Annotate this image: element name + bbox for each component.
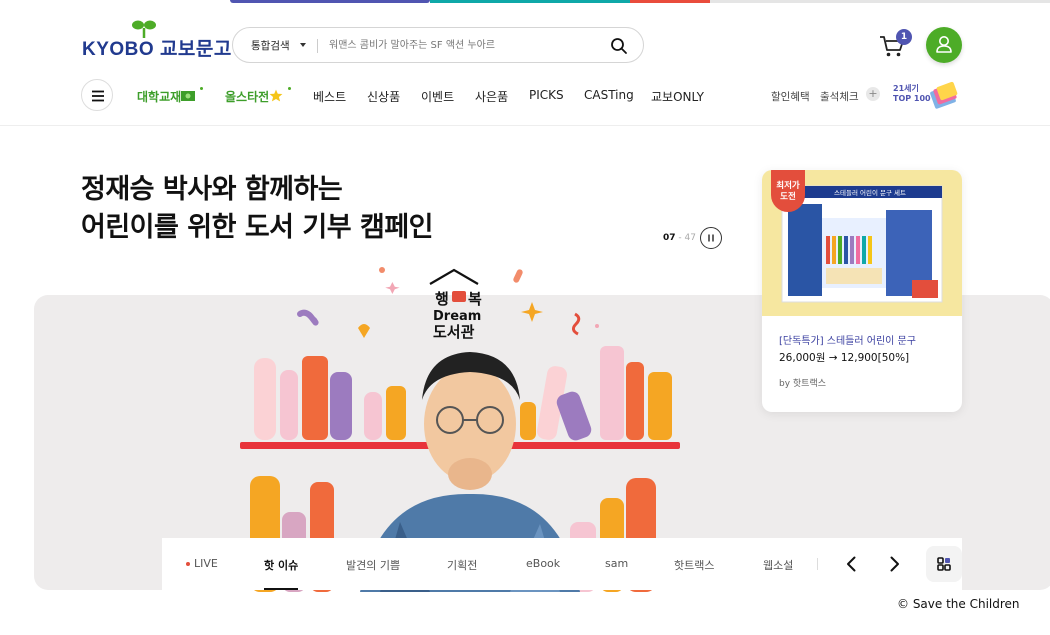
cart-count-badge: 1 bbox=[896, 29, 912, 45]
nav-item-picks[interactable]: PICKS bbox=[529, 88, 564, 102]
product-name[interactable]: [단독특가] 스테들러 어린이 문구 bbox=[779, 332, 916, 347]
pause-button[interactable] bbox=[700, 227, 722, 249]
product-price: 26,000원 → 12,900[50%] bbox=[779, 352, 910, 364]
nav-item-events[interactable]: 이벤트 bbox=[421, 88, 454, 105]
pager-current: 07 bbox=[663, 233, 676, 243]
tab-ebook[interactable]: eBook bbox=[526, 557, 560, 570]
book-stack-icon[interactable] bbox=[928, 80, 960, 110]
nav-item-new[interactable]: 신상품 bbox=[367, 88, 400, 105]
user-account-button[interactable] bbox=[926, 27, 962, 63]
top100-line1: 21세기 bbox=[893, 84, 919, 93]
product-image[interactable]: 스테들러 어린이 문구 세트 최저가 도전 bbox=[762, 170, 962, 316]
discount-benefits-link[interactable]: 할인혜택 bbox=[771, 89, 810, 104]
logo-text: KYOBO 교보문고 bbox=[82, 39, 232, 60]
hero-title-line2: 어린이를 위한 도서 기부 캠페인 bbox=[81, 212, 434, 243]
search-icon[interactable] bbox=[609, 36, 629, 56]
hero-title[interactable]: 정재승 박사와 함께하는 어린이를 위한 도서 기부 캠페인 bbox=[81, 171, 434, 247]
product-card[interactable]: 스테들러 어린이 문구 세트 최저가 도전 [단독특가] 스테들러 어린이 문구… bbox=[762, 170, 962, 412]
top-accent-stripe bbox=[230, 0, 1050, 3]
badge-line2: 도전 bbox=[780, 192, 796, 202]
new-dot bbox=[288, 87, 291, 90]
nav-item-allstar[interactable]: 올스타전 bbox=[225, 88, 269, 105]
tab-hot-issue[interactable]: 핫 이슈 bbox=[264, 557, 298, 573]
category-tab-bar: LIVE 핫 이슈 발견의 기쁨 기획전 eBook sam 핫트랙스 웹소설 bbox=[162, 538, 962, 590]
badge-line1: 최저가 bbox=[776, 181, 800, 191]
nav-item-university-textbooks[interactable]: 대학교재 bbox=[137, 88, 181, 105]
hero-title-line1: 정재승 박사와 함께하는 bbox=[81, 174, 343, 205]
product-seller: by 핫트랙스 bbox=[779, 379, 827, 389]
lowest-price-badge: 최저가 도전 bbox=[771, 170, 805, 212]
plus-icon[interactable]: + bbox=[866, 87, 880, 101]
search-bar: 통합검색 bbox=[232, 27, 644, 63]
nav-item-best[interactable]: 베스트 bbox=[313, 88, 346, 105]
menu-button[interactable] bbox=[81, 79, 113, 111]
top100-link[interactable]: 21세기 TOP 100 bbox=[893, 84, 931, 104]
illus-logo-char2: 복 bbox=[468, 290, 482, 308]
illus-logo-library: 도서관 bbox=[433, 323, 475, 341]
tab-live[interactable]: LIVE bbox=[194, 557, 218, 570]
top100-line2: TOP 100 bbox=[893, 94, 931, 103]
tab-divider bbox=[817, 558, 818, 570]
search-input[interactable] bbox=[329, 36, 589, 54]
active-tab-indicator bbox=[264, 588, 298, 590]
nav-item-gifts[interactable]: 사은품 bbox=[475, 88, 508, 105]
new-dot bbox=[200, 87, 203, 90]
star-icon bbox=[269, 89, 283, 102]
menu-icon bbox=[92, 90, 104, 102]
money-icon bbox=[181, 91, 195, 101]
kyobo-logo[interactable]: KYOBO 교보문고 bbox=[82, 18, 231, 60]
search-category-select[interactable]: 통합검색 bbox=[251, 38, 290, 53]
tab-sam[interactable]: sam bbox=[605, 557, 628, 570]
pager-total: - 47 bbox=[675, 233, 696, 243]
banner-pager: 07 - 47 bbox=[663, 233, 696, 243]
illus-logo-dream: Dream bbox=[433, 309, 481, 324]
view-all-button[interactable] bbox=[926, 546, 962, 582]
tab-discovery[interactable]: 발견의 기쁨 bbox=[346, 557, 400, 573]
tab-exhibitions[interactable]: 기획전 bbox=[447, 557, 477, 573]
chevron-left-icon[interactable] bbox=[842, 554, 862, 574]
box-title: 스테들러 어린이 문구 세트 bbox=[834, 188, 906, 197]
nav-item-casting[interactable]: CASTing bbox=[584, 88, 634, 102]
illus-logo-char1: 행 bbox=[435, 290, 449, 308]
search-divider bbox=[317, 39, 318, 53]
tab-hottracks[interactable]: 핫트랙스 bbox=[674, 557, 714, 573]
user-icon bbox=[936, 36, 952, 53]
grid-icon bbox=[937, 557, 951, 571]
tab-web-novel[interactable]: 웹소설 bbox=[763, 557, 793, 573]
caret-down-icon[interactable] bbox=[300, 43, 306, 47]
attendance-check-link[interactable]: 출석체크 bbox=[820, 89, 859, 104]
nav-item-kyobo-only[interactable]: 교보ONLY bbox=[651, 88, 704, 105]
pause-icon bbox=[708, 234, 714, 242]
image-credit: © Save the Children bbox=[897, 597, 1020, 611]
live-dot bbox=[186, 562, 190, 566]
header-divider bbox=[0, 125, 1050, 126]
chevron-right-icon[interactable] bbox=[884, 554, 904, 574]
